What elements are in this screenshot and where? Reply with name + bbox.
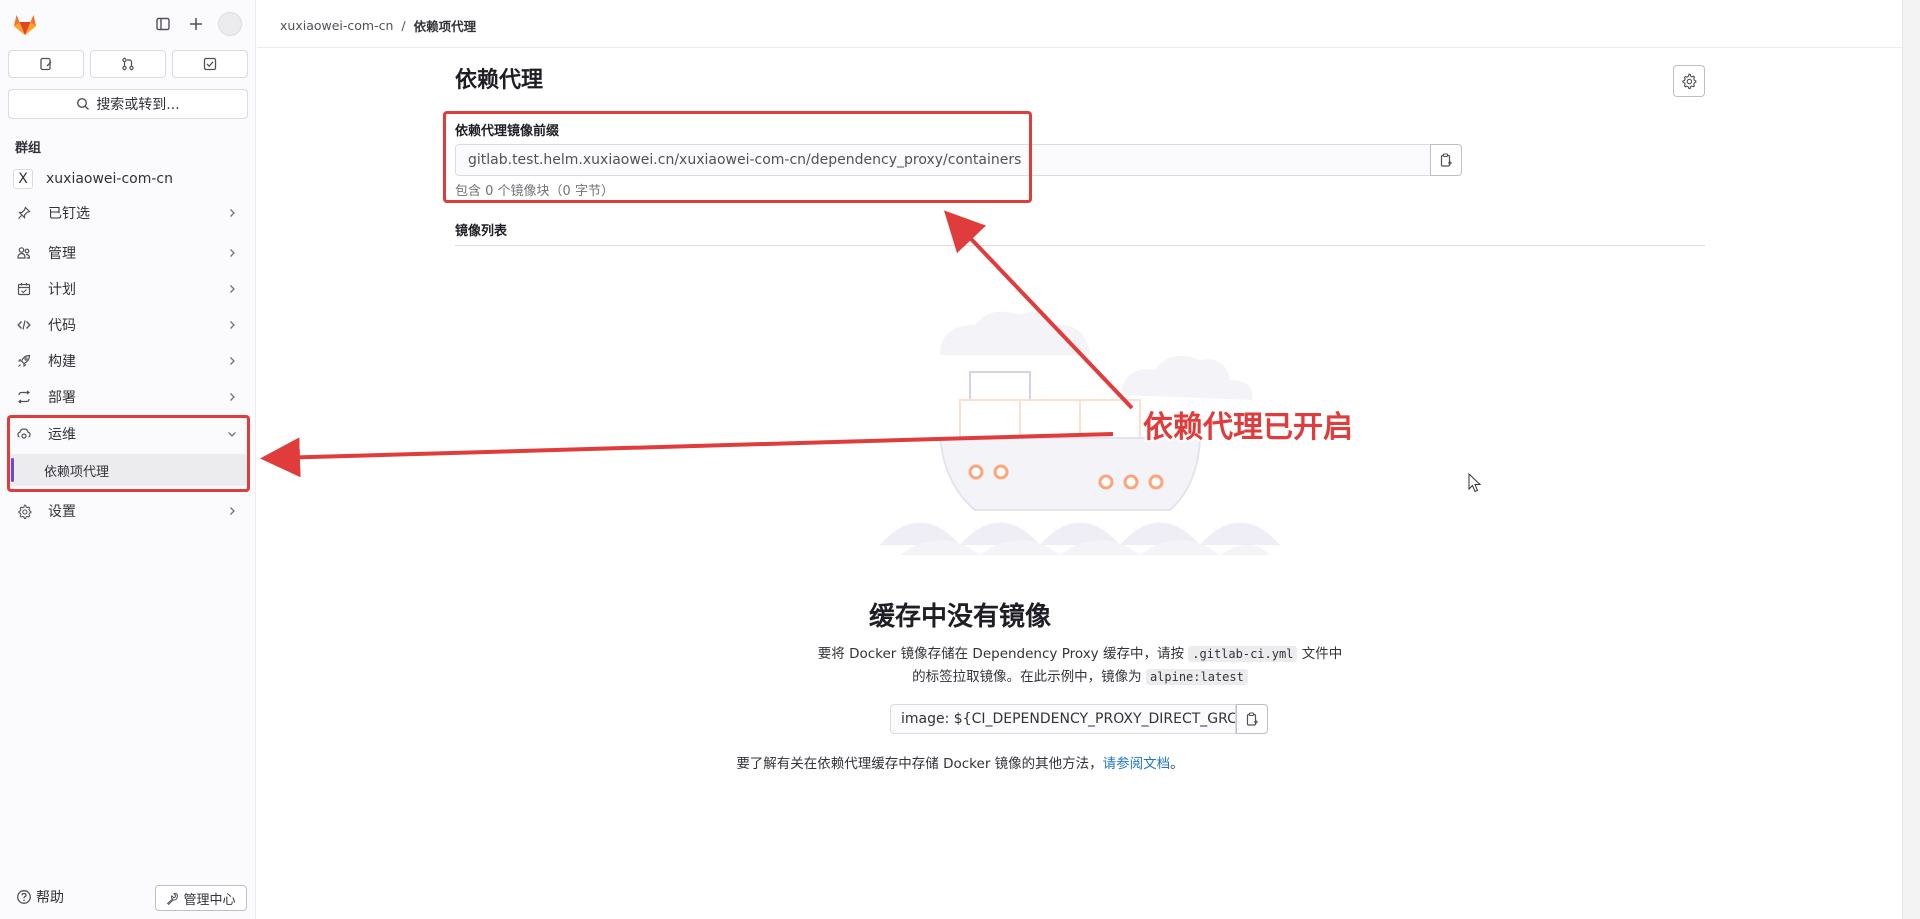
issues-icon bbox=[40, 57, 52, 71]
sidebar-item-plan[interactable]: 计划 bbox=[8, 273, 248, 305]
sidebar-item-label: 计划 bbox=[48, 282, 76, 298]
chevron-right-icon bbox=[224, 281, 240, 297]
calendar-icon bbox=[14, 279, 34, 299]
more-info-text: 要了解有关在依赖代理缓存中存储 Docker 镜像的其他方法，请参阅文档。 bbox=[0, 752, 1920, 772]
chevron-right-icon bbox=[224, 245, 240, 261]
sidebar-item-label: 构建 bbox=[48, 354, 76, 370]
sidebar-item-label: 已钉选 bbox=[48, 206, 90, 222]
sidebar-section-label: 群组 bbox=[15, 141, 42, 156]
chevron-right-icon bbox=[224, 353, 240, 369]
image-list-divider bbox=[455, 245, 1705, 246]
sidebar-item-label: 部署 bbox=[48, 390, 76, 406]
header-divider bbox=[257, 47, 1902, 48]
sidebar-item-label: 设置 bbox=[48, 504, 76, 520]
issues-button[interactable] bbox=[8, 50, 84, 78]
app-window: 搜索或转到... 群组 X xuxiaowei-com-cn 已钉选 管理 计划… bbox=[0, 0, 1920, 919]
todos-icon bbox=[203, 57, 217, 71]
sidebar-item-settings[interactable]: 设置 bbox=[8, 495, 248, 527]
todos-button[interactable] bbox=[172, 50, 248, 78]
page-title: 依赖代理 bbox=[455, 68, 544, 93]
empty-state-title: 缓存中没有镜像 bbox=[868, 602, 1051, 632]
sidebar-item-manage[interactable]: 管理 bbox=[8, 237, 248, 269]
annotation-highlight-prefix bbox=[443, 111, 1032, 203]
sidebar-item-build[interactable]: 构建 bbox=[8, 345, 248, 377]
annotation-highlight-sidebar bbox=[7, 415, 250, 492]
search-icon bbox=[77, 97, 90, 110]
admin-area-button[interactable]: 管理中心 bbox=[155, 885, 247, 911]
copy-prefix-button[interactable] bbox=[1430, 144, 1462, 176]
image-example-code: alpine:latest bbox=[1145, 669, 1248, 685]
docs-link[interactable]: 请参阅文档 bbox=[1103, 756, 1171, 772]
annotation-label: 依赖代理已开启 bbox=[1143, 410, 1353, 445]
image-list-title: 镜像列表 bbox=[455, 224, 508, 239]
gitlab-ci-code: .gitlab-ci.yml bbox=[1188, 646, 1298, 662]
group-avatar: X bbox=[13, 169, 33, 189]
admin-label: 管理中心 bbox=[183, 892, 236, 908]
gear-icon bbox=[1682, 73, 1697, 89]
image-snippet-field[interactable]: image: ${CI_DEPENDENCY_PROXY_DIRECT_GRC bbox=[890, 704, 1236, 734]
search-label: 搜索或转到... bbox=[96, 97, 180, 113]
rocket-icon bbox=[14, 351, 34, 371]
empty-desc-part: 文件中 bbox=[1301, 646, 1343, 662]
help-button[interactable]: 帮助 bbox=[16, 887, 64, 907]
help-label: 帮助 bbox=[36, 890, 64, 906]
empty-desc-part: 要将 Docker 镜像存储在 Dependency Proxy 缓存中，请按 bbox=[817, 646, 1184, 662]
empty-desc-part: 的标签拉取镜像。在此示例中，镜像为 bbox=[912, 669, 1142, 685]
user-avatar[interactable] bbox=[218, 12, 242, 36]
page-scrollbar[interactable] bbox=[1902, 0, 1920, 919]
sidebar-item-code[interactable]: 代码 bbox=[8, 309, 248, 341]
chevron-right-icon bbox=[224, 503, 240, 519]
gear-icon bbox=[14, 501, 34, 521]
help-icon bbox=[17, 890, 31, 904]
sidebar-item-label: 管理 bbox=[48, 246, 76, 262]
quick-actions bbox=[8, 50, 248, 78]
deploy-icon bbox=[14, 387, 34, 407]
more-info-suffix: 。 bbox=[1170, 756, 1184, 772]
copy-icon bbox=[1440, 153, 1452, 167]
chevron-right-icon bbox=[224, 389, 240, 405]
merge-requests-button[interactable] bbox=[90, 50, 166, 78]
code-icon bbox=[14, 315, 34, 335]
breadcrumb: xuxiaowei-com-cn / 依赖项代理 bbox=[280, 16, 476, 35]
search-button[interactable]: 搜索或转到... bbox=[8, 89, 248, 119]
sidebar-item-deploy[interactable]: 部署 bbox=[8, 381, 248, 413]
merge-requests-icon bbox=[122, 57, 134, 71]
settings-button[interactable] bbox=[1673, 65, 1705, 97]
sidebar-toggle-icon[interactable] bbox=[152, 13, 174, 35]
wrench-icon bbox=[167, 892, 179, 905]
copy-icon bbox=[1246, 712, 1258, 726]
copy-snippet-button[interactable] bbox=[1236, 704, 1268, 734]
gitlab-logo-icon[interactable] bbox=[12, 11, 38, 37]
breadcrumb-separator: / bbox=[401, 18, 406, 33]
sidebar-header bbox=[0, 0, 256, 48]
more-info-prefix: 要了解有关在依赖代理缓存中存储 Docker 镜像的其他方法， bbox=[736, 756, 1103, 772]
plus-icon[interactable] bbox=[185, 13, 207, 35]
sidebar-group-link[interactable]: X xuxiaowei-com-cn bbox=[8, 163, 248, 195]
breadcrumb-group-link[interactable]: xuxiaowei-com-cn bbox=[280, 18, 393, 33]
sidebar-item-label: 代码 bbox=[48, 318, 76, 334]
group-name: xuxiaowei-com-cn bbox=[46, 171, 174, 187]
sidebar-footer: 帮助 管理中心 bbox=[0, 879, 256, 919]
mouse-cursor-icon bbox=[1468, 473, 1482, 493]
users-icon bbox=[14, 243, 34, 263]
breadcrumb-current[interactable]: 依赖项代理 bbox=[414, 16, 477, 35]
pin-icon bbox=[14, 203, 34, 223]
sidebar-item-pinned[interactable]: 已钉选 bbox=[8, 197, 248, 229]
chevron-right-icon bbox=[224, 317, 240, 333]
empty-state-description: 要将 Docker 镜像存储在 Dependency Proxy 缓存中，请按 … bbox=[780, 643, 1380, 689]
chevron-right-icon bbox=[224, 205, 240, 221]
